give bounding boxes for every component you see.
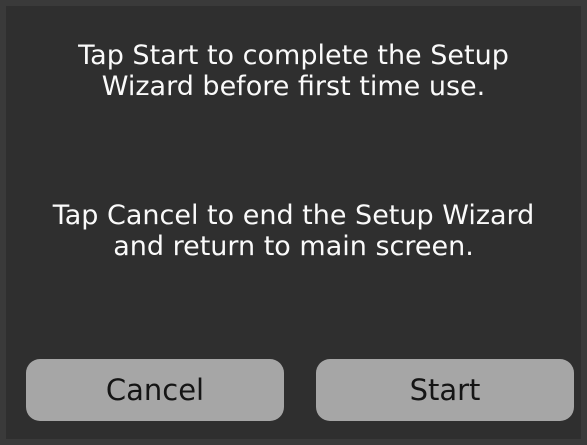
cancel-button[interactable]: Cancel xyxy=(26,359,284,421)
start-button[interactable]: Start xyxy=(316,359,574,421)
start-instruction-line-2: Wizard before first time use. xyxy=(101,71,486,102)
cancel-instruction-line-2: and return to main screen. xyxy=(113,231,474,262)
start-instruction-text: Tap Start to complete the Setup Wizard b… xyxy=(6,40,581,102)
setup-wizard-dialog: Tap Start to complete the Setup Wizard b… xyxy=(6,6,581,439)
cancel-instruction-text: Tap Cancel to end the Setup Wizard and r… xyxy=(6,200,581,262)
start-instruction-line-1: Tap Start to complete the Setup xyxy=(78,40,509,71)
cancel-instruction-line-1: Tap Cancel to end the Setup Wizard xyxy=(52,200,535,231)
